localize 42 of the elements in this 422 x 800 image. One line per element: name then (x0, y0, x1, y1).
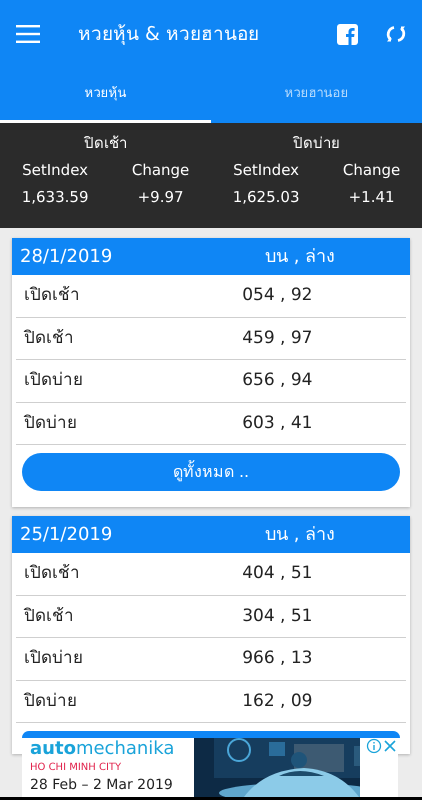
draw-numbers: 656 , 94 (242, 369, 312, 392)
draw-label: ปิดเช้า (22, 326, 75, 350)
date-label: 28/1/2019 (20, 245, 114, 269)
session-label: ปิดบ่าย (293, 134, 340, 152)
draw-numbers: 966 , 13 (242, 647, 312, 670)
draw-label: เปิดเช้า (23, 284, 81, 307)
column-heading: Change (342, 160, 400, 181)
column-heading: Change (132, 160, 190, 181)
index-value: 1,633.59 (22, 186, 88, 208)
draw-label: ปิดบ่าย (22, 690, 78, 712)
ad-city: HO CHI MINH CITY (30, 760, 122, 775)
menu-icon[interactable] (16, 25, 40, 43)
draw-label: เปิดบ่าย (23, 369, 84, 392)
index-value: +9.97 (138, 186, 184, 208)
ad-dates: 28 Feb – 2 Mar 2019 (30, 776, 174, 795)
date-label: 25/1/2019 (20, 523, 114, 547)
app-title: หวยหุ้น & หวยฮานอย (78, 22, 260, 47)
draw-numbers: 054 , 92 (242, 284, 312, 307)
index-value: 1,625.03 (232, 186, 300, 208)
info-icon[interactable] (366, 738, 382, 754)
draw-numbers: 459 , 97 (242, 326, 312, 350)
tab[interactable]: หวยฮานอย (211, 68, 422, 123)
session-label: ปิดเช้า (84, 134, 127, 152)
facebook-icon[interactable] (337, 24, 358, 44)
index-value: +1.41 (348, 186, 395, 208)
ad-brand: automechanika (30, 738, 176, 760)
draw-label: ปิดบ่าย (22, 412, 78, 434)
ad-banner[interactable]: automechanika HO CHI MINH CITY 28 Feb – 2 Mar 2019 (22, 738, 398, 797)
column-heading: SetIndex (22, 160, 88, 181)
draw-numbers: 162 , 09 (242, 690, 312, 712)
view-all-button[interactable]: ดูทั้งหมด .. (22, 453, 400, 491)
column-heading: บน , ล่าง (265, 523, 336, 547)
draw-label: เปิดเช้า (23, 562, 81, 585)
draw-label: เปิดบ่าย (23, 647, 84, 670)
refresh-icon[interactable] (386, 24, 406, 44)
draw-numbers: 603 , 41 (242, 412, 312, 434)
draw-label: ปิดเช้า (22, 604, 75, 628)
draw-numbers: 404 , 51 (242, 562, 312, 585)
draw-numbers: 304 , 51 (242, 604, 312, 628)
column-heading: บน , ล่าง (265, 245, 336, 269)
column-heading: SetIndex (233, 160, 300, 181)
close-icon[interactable] (382, 738, 398, 754)
